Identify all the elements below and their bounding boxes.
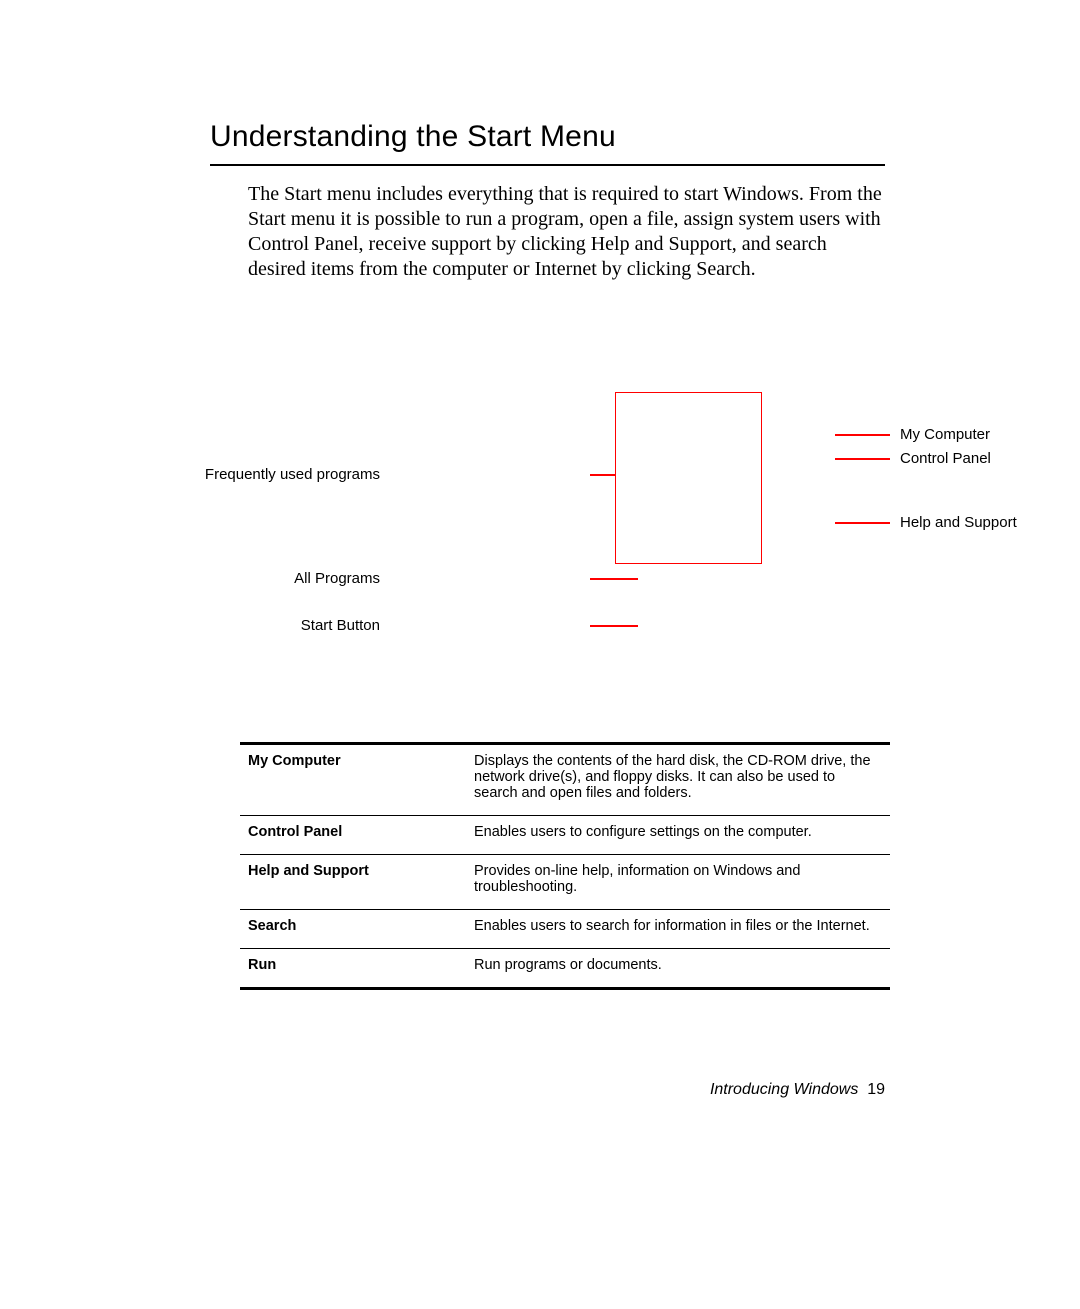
term-cell: Help and Support <box>240 855 466 910</box>
definitions-table: My Computer Displays the contents of the… <box>240 742 890 990</box>
diagram-start-menu-box <box>615 392 762 564</box>
desc-cell: Run programs or documents. <box>466 949 890 989</box>
diagram-label-all-programs: All Programs <box>294 570 380 587</box>
term-cell: Control Panel <box>240 816 466 855</box>
diagram-label-my-computer: My Computer <box>900 426 990 443</box>
diagram-label-start-button: Start Button <box>301 617 380 634</box>
term-cell: Search <box>240 910 466 949</box>
footer-chapter: Introducing Windows <box>710 1081 858 1098</box>
diagram-label-control-panel: Control Panel <box>900 450 991 467</box>
desc-cell: Displays the contents of the hard disk, … <box>466 744 890 816</box>
desc-cell: Enables users to configure settings on t… <box>466 816 890 855</box>
diagram-connector <box>835 434 890 436</box>
title-underline <box>210 164 885 166</box>
diagram-connector <box>590 625 638 627</box>
table-row: Help and Support Provides on-line help, … <box>240 855 890 910</box>
desc-cell: Enables users to search for information … <box>466 910 890 949</box>
diagram-connector <box>590 474 615 476</box>
diagram-connector <box>835 522 890 524</box>
diagram-label-help-support: Help and Support <box>900 514 1017 531</box>
table-row: Control Panel Enables users to configure… <box>240 816 890 855</box>
desc-cell: Provides on-line help, information on Wi… <box>466 855 890 910</box>
table-row: Search Enables users to search for infor… <box>240 910 890 949</box>
diagram-connector <box>835 458 890 460</box>
table-row: Run Run programs or documents. <box>240 949 890 989</box>
page-title: Understanding the Start Menu <box>210 120 885 154</box>
diagram-label-frequently-used: Frequently used programs <box>205 466 380 483</box>
term-cell: Run <box>240 949 466 989</box>
table-row: My Computer Displays the contents of the… <box>240 744 890 816</box>
start-menu-diagram: Frequently used programs All Programs St… <box>210 392 885 692</box>
term-cell: My Computer <box>240 744 466 816</box>
footer-page-number: 19 <box>867 1081 885 1098</box>
diagram-connector <box>590 578 638 580</box>
intro-paragraph: The Start menu includes everything that … <box>248 182 885 282</box>
page-footer: Introducing Windows 19 <box>710 1081 885 1099</box>
